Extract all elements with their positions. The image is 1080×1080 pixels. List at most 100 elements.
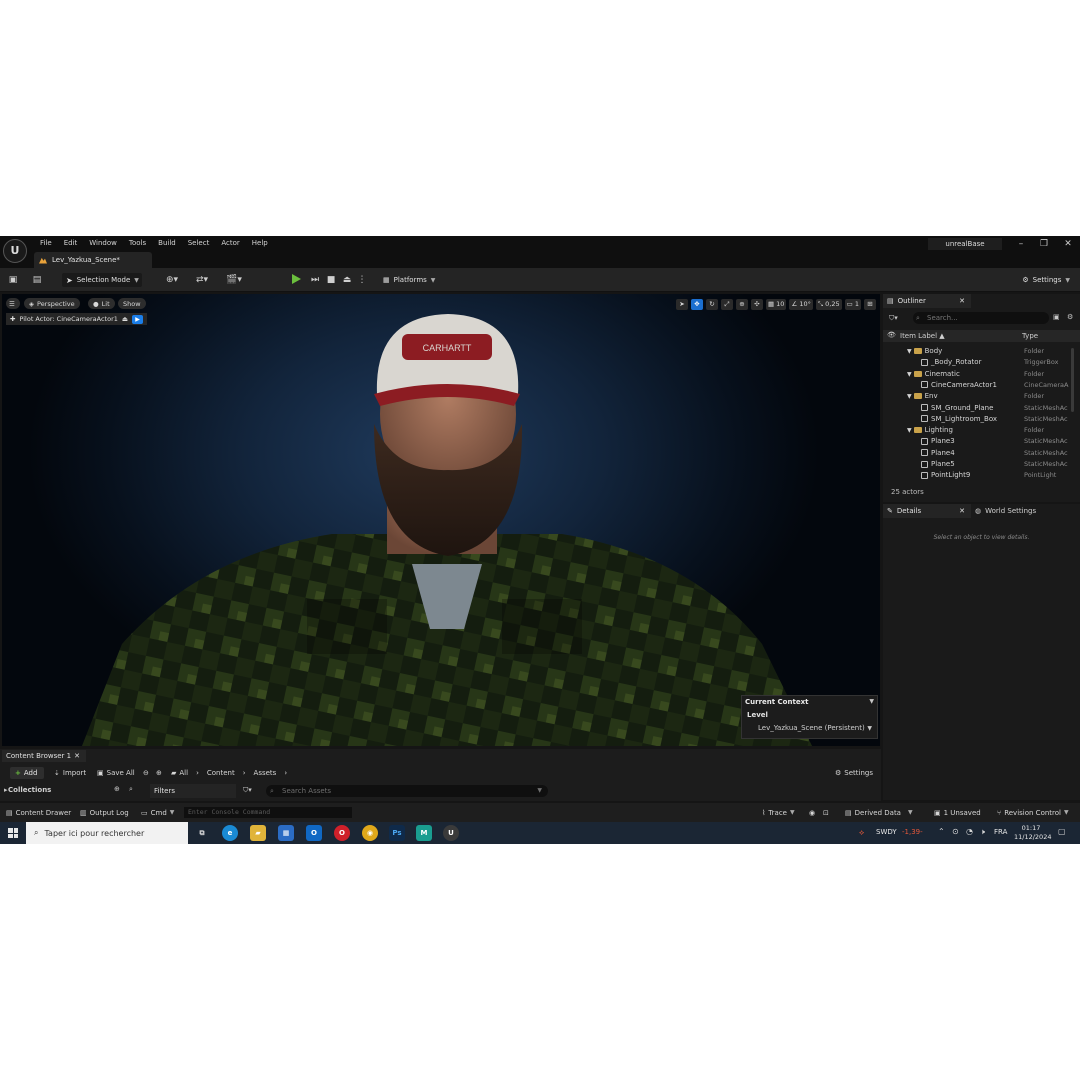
outliner-row[interactable]: ▼ Body Folder (883, 346, 1073, 357)
viewport-layout-icon[interactable]: ⊞ (864, 298, 876, 310)
outliner-row[interactable]: _Body_Rotator TriggerBox (883, 357, 1073, 368)
revision-control-dropdown[interactable]: ⑂ Revision Control ▼ (997, 807, 1069, 818)
close-tab-icon[interactable]: ✕ (959, 297, 965, 305)
restore-icon[interactable]: ❐ (1038, 239, 1050, 249)
world-space-icon[interactable]: ⊕ (735, 298, 748, 310)
outliner-row[interactable]: Plane5 StaticMeshAc (883, 459, 1073, 470)
outliner-row[interactable]: ▼ Cinematic Folder (883, 369, 1073, 380)
content-drawer-button[interactable]: ▤ Content Drawer (6, 807, 71, 818)
expand-arrow-icon[interactable]: ▼ (907, 427, 912, 434)
perspective-button[interactable]: ◈ Perspective (24, 298, 80, 309)
lit-button[interactable]: ● Lit (88, 298, 115, 309)
menu-actor[interactable]: Actor (215, 238, 245, 248)
column-type[interactable]: Type (1022, 332, 1038, 340)
outliner-row[interactable]: ▼ Env Folder (883, 391, 1073, 402)
cmd-dropdown[interactable]: ▭ Cmd ▼ (141, 807, 174, 818)
save-all-button[interactable]: ▣ Save All (97, 767, 135, 779)
outliner-row[interactable]: SM_Lightroom_Box StaticMeshAc (883, 414, 1073, 425)
world-settings-tab[interactable]: ◍ World Settings (975, 504, 1036, 518)
menu-window[interactable]: Window (83, 238, 123, 248)
add-button[interactable]: + Add (10, 767, 44, 779)
outliner-tab[interactable]: ▤ Outliner ✕ (883, 294, 971, 308)
asset-search-input[interactable]: ⌕ Search Assets ▼ (266, 785, 548, 797)
cinematics-icon[interactable]: 🎬▾ (224, 274, 244, 286)
grid-snap-button[interactable]: ▦ 10 (765, 298, 787, 310)
play-icon[interactable] (292, 274, 301, 284)
notification-icon[interactable]: ▢ (1058, 827, 1066, 836)
menu-select[interactable]: Select (182, 238, 216, 248)
add-folder-icon[interactable]: ▣ (1053, 313, 1060, 321)
step-icon[interactable]: ⏭ (309, 274, 321, 286)
import-button[interactable]: ⇣ Import (54, 767, 86, 779)
move-tool-icon[interactable]: ✥ (690, 298, 703, 310)
breadcrumb-all[interactable]: All (179, 769, 188, 777)
camera-record-icon[interactable]: ⊡ (823, 807, 829, 818)
outliner-row[interactable]: Plane4 StaticMeshAc (883, 448, 1073, 459)
output-log-button[interactable]: ▥ Output Log (80, 807, 129, 818)
menu-build[interactable]: Build (152, 238, 182, 248)
photoshop-icon[interactable]: Ps (389, 825, 405, 841)
edge-browser-icon[interactable]: e (222, 825, 238, 841)
chrome-icon[interactable]: ◉ (362, 825, 378, 841)
scale-snap-button[interactable]: ⤡ 0,25 (815, 298, 842, 310)
camera-icon[interactable]: ▶ (132, 314, 144, 324)
history-forward-icon[interactable]: ⊕ (156, 767, 162, 779)
camera-speed-button[interactable]: ▭ 1 (844, 298, 861, 310)
chevron-down-icon[interactable]: ▼ (869, 698, 874, 705)
windows-start-icon[interactable] (8, 828, 18, 838)
unreal-engine-taskbar-icon[interactable]: U (443, 825, 459, 841)
filter-icon[interactable]: ⛉▾ (243, 786, 252, 795)
breadcrumb-content[interactable]: Content (207, 769, 235, 777)
wifi-icon[interactable]: ◔ (966, 827, 973, 836)
chevron-down-icon[interactable]: ▼ (537, 785, 542, 797)
viewport-menu-icon[interactable]: ☰ (6, 298, 20, 309)
outliner-row[interactable]: PointLight9 PointLight (883, 470, 1073, 481)
input-language[interactable]: FRA (994, 828, 1007, 836)
context-level-value[interactable]: Lev_Yazkua_Scene (Persistent) (758, 724, 865, 732)
breadcrumb-assets[interactable]: Assets (254, 769, 277, 777)
settings-dropdown[interactable]: ⚙ Settings ▼ (1022, 273, 1070, 287)
outlook-icon[interactable]: O (306, 825, 322, 841)
content-browser-tab[interactable]: Content Browser 1 ✕ (2, 750, 86, 762)
unsaved-button[interactable]: ▣ 1 Unsaved (934, 807, 981, 818)
level-document-tab[interactable]: Lev_Yazkua_Scene* (34, 252, 152, 268)
network-icon[interactable]: ⊙ (952, 827, 959, 836)
unreal-logo-icon[interactable]: U (3, 239, 27, 263)
platforms-dropdown[interactable]: ▦ Platforms ▼ (383, 273, 435, 287)
save-icon[interactable]: ▣ (7, 274, 19, 286)
outliner-row[interactable]: SM_Ground_Plane StaticMeshAc (883, 403, 1073, 414)
select-tool-icon[interactable]: ➤ (675, 298, 688, 310)
chevron-up-icon[interactable]: ⌃ (938, 827, 945, 836)
close-icon[interactable]: ✕ (1062, 239, 1074, 249)
chevron-down-icon[interactable]: ▼ (867, 725, 872, 732)
expand-arrow-icon[interactable]: ▼ (907, 393, 912, 400)
file-explorer-icon[interactable]: ▰ (250, 825, 266, 841)
record-icon[interactable]: ◉ (809, 807, 815, 818)
rotation-snap-button[interactable]: ∠ 10° (789, 298, 813, 310)
expand-arrow-icon[interactable]: ▼ (907, 348, 912, 355)
history-back-icon[interactable]: ⊖ (143, 767, 149, 779)
column-item-label[interactable]: Item Label ▲ (900, 332, 945, 340)
level-viewport[interactable]: CARHARTT ☰ ◈ Perspective ● Lit Show ✚ Pi… (2, 294, 880, 746)
menu-file[interactable]: File (34, 238, 58, 248)
add-actor-icon[interactable]: ⊕▾ (162, 274, 182, 286)
rotate-tool-icon[interactable]: ↻ (705, 298, 718, 310)
eject-icon[interactable]: ⏏ (341, 274, 353, 286)
filters-button[interactable]: Filters (150, 784, 236, 798)
outliner-scrollbar[interactable] (1071, 348, 1074, 412)
close-tab-icon[interactable]: ✕ (74, 752, 80, 760)
minimize-icon[interactable]: – (1015, 239, 1027, 249)
opera-icon[interactable]: O (334, 825, 350, 841)
derived-data-dropdown[interactable]: ▤ Derived Data ▼ (845, 807, 913, 818)
scale-tool-icon[interactable]: ⤢ (720, 298, 733, 310)
selection-mode-dropdown[interactable]: ➤ Selection Mode ▼ (62, 273, 142, 287)
search-icon[interactable]: ⌕ (129, 785, 133, 794)
content-settings-button[interactable]: ⚙ Settings (835, 767, 873, 779)
eject-pilot-icon[interactable]: ⏏ (122, 315, 128, 323)
stock-ticker[interactable]: SWDY (876, 828, 897, 836)
menu-help[interactable]: Help (246, 238, 274, 248)
expand-arrow-icon[interactable]: ▸ (4, 786, 8, 794)
marvelous-icon[interactable]: M (416, 825, 432, 841)
store-icon[interactable]: ▦ (278, 825, 294, 841)
outliner-search-input[interactable]: ⌕ Search... (913, 312, 1049, 324)
